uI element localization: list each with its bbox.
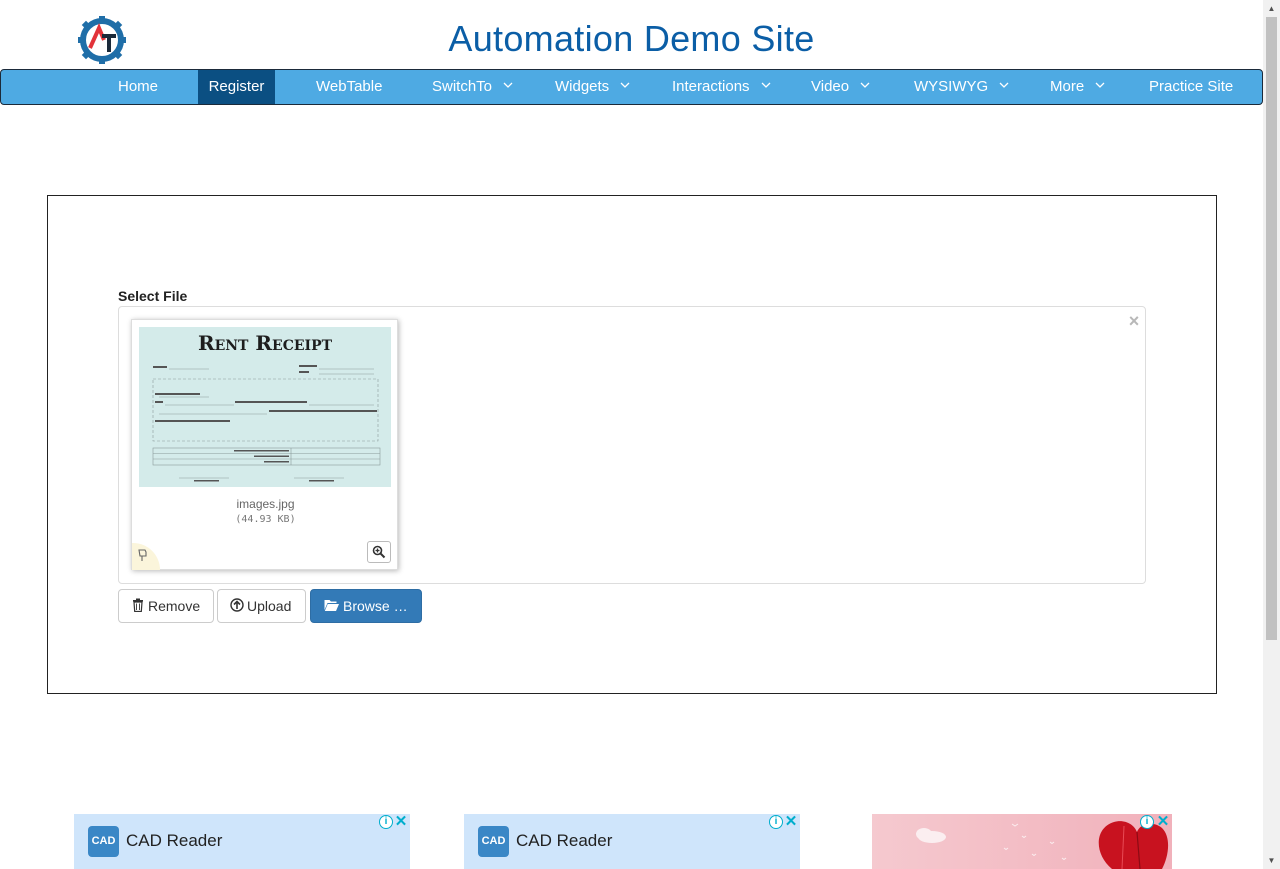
clear-files-close-icon[interactable]: ×: [1126, 311, 1142, 331]
chevron-down-icon: [1095, 82, 1105, 88]
ad-banner-image[interactable]: i ✕: [872, 814, 1172, 869]
chevron-down-icon: [860, 82, 870, 88]
ad-banner-cad-reader[interactable]: CAD CAD Reader i ✕: [74, 814, 410, 869]
ad-text: CAD Reader: [516, 831, 613, 850]
ad-close-icon[interactable]: ✕: [784, 814, 798, 829]
nav-item-widgets[interactable]: Widgets: [555, 70, 631, 104]
ad-heart-balloon-image: [916, 821, 1169, 869]
browse-button[interactable]: Browse …: [310, 589, 422, 623]
chevron-down-icon: [620, 82, 630, 88]
file-preview-image: Rent Receipt: [139, 327, 391, 487]
circle-arrow-up-icon: [230, 598, 244, 612]
scroll-up-arrow-icon[interactable]: ▲: [1263, 0, 1280, 17]
nav-item-video[interactable]: Video: [811, 70, 871, 104]
folder-open-icon: [324, 600, 339, 612]
nav-item-label: Register: [208, 78, 265, 95]
nav-item-label: More: [1050, 78, 1085, 95]
nav-item-register[interactable]: Register: [198, 70, 275, 104]
nav-item-interactions[interactable]: Interactions: [672, 70, 772, 104]
file-name: images.jpg: [236, 497, 295, 511]
ad-info-icon[interactable]: i: [379, 815, 393, 829]
page-scrollbar[interactable]: ▲ ▼: [1263, 0, 1280, 869]
ad-close-icon[interactable]: ✕: [394, 814, 408, 829]
file-size: (44.93 KB): [235, 514, 296, 525]
ad-text: CAD Reader: [126, 831, 223, 850]
nav-item-practice-site[interactable]: Practice Site: [1149, 70, 1233, 104]
chevron-down-icon: [761, 82, 771, 88]
remove-button-label: Remove: [148, 598, 201, 614]
ad-close-icon[interactable]: ✕: [1156, 814, 1170, 829]
nav-item-webtable[interactable]: WebTable: [316, 70, 382, 104]
ad-info-icon[interactable]: i: [769, 815, 783, 829]
nav-item-label: Home: [118, 78, 159, 95]
nav-item-home[interactable]: Home: [118, 70, 158, 104]
remove-button[interactable]: Remove: [118, 589, 214, 623]
browse-button-label: Browse …: [343, 598, 408, 614]
drag-handle[interactable]: [132, 543, 160, 570]
nav-item-label: SwitchTo: [432, 78, 493, 95]
ad-info-icon[interactable]: i: [1140, 815, 1154, 829]
zoom-in-icon: [372, 545, 386, 559]
nav-item-label: Widgets: [555, 78, 610, 95]
ad-banner-cad-reader[interactable]: CAD CAD Reader i ✕: [464, 814, 800, 869]
trash-icon: [133, 598, 143, 613]
upload-button[interactable]: Upload: [217, 589, 306, 623]
hand-pointer-icon: [138, 549, 147, 561]
nav-item-wysiwyg[interactable]: WYSIWYG: [914, 70, 1010, 104]
cad-app-icon: CAD: [478, 826, 509, 857]
select-file-label: Select File: [118, 288, 188, 304]
chevron-down-icon: [503, 82, 513, 88]
nav-item-label: Interactions: [672, 78, 750, 95]
file-preview-card: Rent Receipt images.jpg (44.93 KB): [131, 319, 398, 570]
chevron-down-icon: [999, 82, 1009, 88]
site-title: Automation Demo Site: [448, 18, 815, 59]
upload-button-label: Upload: [247, 598, 292, 614]
nav-item-label: Practice Site: [1149, 78, 1234, 95]
cad-app-icon: CAD: [88, 826, 119, 857]
nav-item-more[interactable]: More: [1050, 70, 1106, 104]
zoom-preview-button[interactable]: [367, 541, 391, 563]
nav-item-label: WebTable: [316, 78, 383, 95]
nav-item-switchto[interactable]: SwitchTo: [432, 70, 514, 104]
scrollbar-thumb[interactable]: [1266, 17, 1277, 640]
nav-item-label: Video: [811, 78, 850, 95]
scroll-down-arrow-icon[interactable]: ▼: [1263, 852, 1280, 869]
nav-item-label: WYSIWYG: [914, 78, 989, 95]
main-nav: Home Register WebTable SwitchTo Widgets …: [0, 69, 1263, 105]
